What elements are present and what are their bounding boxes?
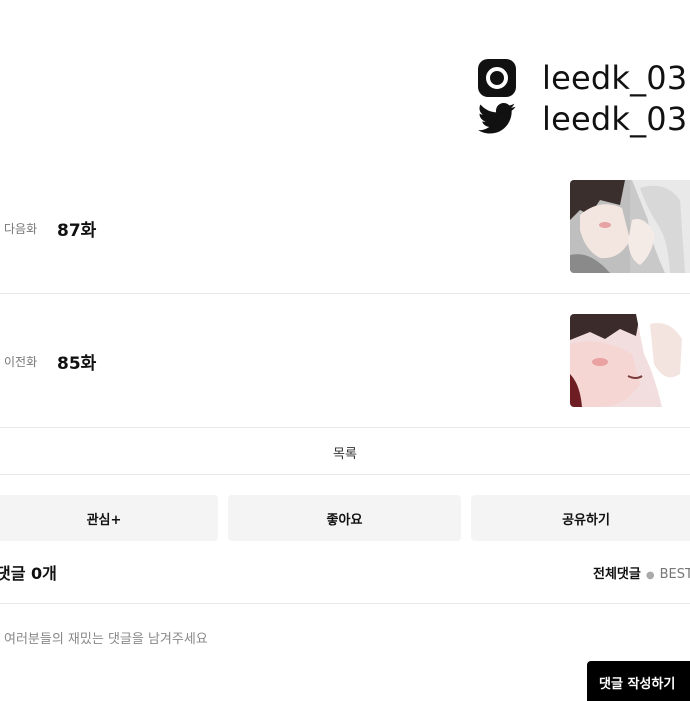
next-episode-label: 다음화 bbox=[4, 222, 38, 236]
comments-count: 댓글 0개 bbox=[0, 564, 57, 583]
previous-episode-thumbnail bbox=[570, 314, 690, 407]
comments-divider bbox=[0, 603, 690, 604]
twitter-link[interactable]: leedk_03 bbox=[476, 98, 690, 140]
twitter-icon bbox=[476, 98, 518, 140]
submit-comment-label: 댓글 작성하기 bbox=[599, 677, 676, 692]
tab-all-comments[interactable]: 전체댓글 bbox=[593, 567, 641, 582]
instagram-handle: leedk_03 bbox=[542, 59, 688, 97]
comment-input[interactable]: 여러분들의 재밌는 댓글을 남겨주세요 bbox=[4, 628, 208, 647]
twitter-handle: leedk_03 bbox=[542, 100, 688, 138]
instagram-link[interactable]: leedk_03 bbox=[476, 57, 690, 99]
share-button[interactable]: 공유하기 bbox=[471, 495, 690, 541]
previous-episode-link[interactable]: 이전화 85화 bbox=[0, 314, 690, 428]
subscribe-button[interactable]: 관심+ bbox=[0, 495, 218, 541]
episode-list-label: 목록 bbox=[333, 447, 357, 462]
comment-tabs: 전체댓글 ● BEST댓글 bbox=[593, 563, 690, 582]
next-episode-thumbnail bbox=[570, 180, 690, 273]
tab-separator: ● bbox=[645, 570, 655, 581]
next-episode-link[interactable]: 다음화 87화 bbox=[0, 180, 690, 294]
previous-episode-label: 이전화 bbox=[4, 355, 38, 369]
next-episode-title: 87화 bbox=[57, 221, 97, 241]
previous-episode-title: 85화 bbox=[57, 354, 97, 374]
submit-comment-button[interactable]: 댓글 작성하기 bbox=[587, 661, 690, 701]
tab-best-comments[interactable]: BEST댓글 bbox=[660, 567, 690, 582]
instagram-icon bbox=[476, 57, 518, 99]
episode-list-link[interactable]: 목록 bbox=[0, 428, 690, 475]
like-button[interactable]: 좋아요 bbox=[228, 495, 461, 541]
